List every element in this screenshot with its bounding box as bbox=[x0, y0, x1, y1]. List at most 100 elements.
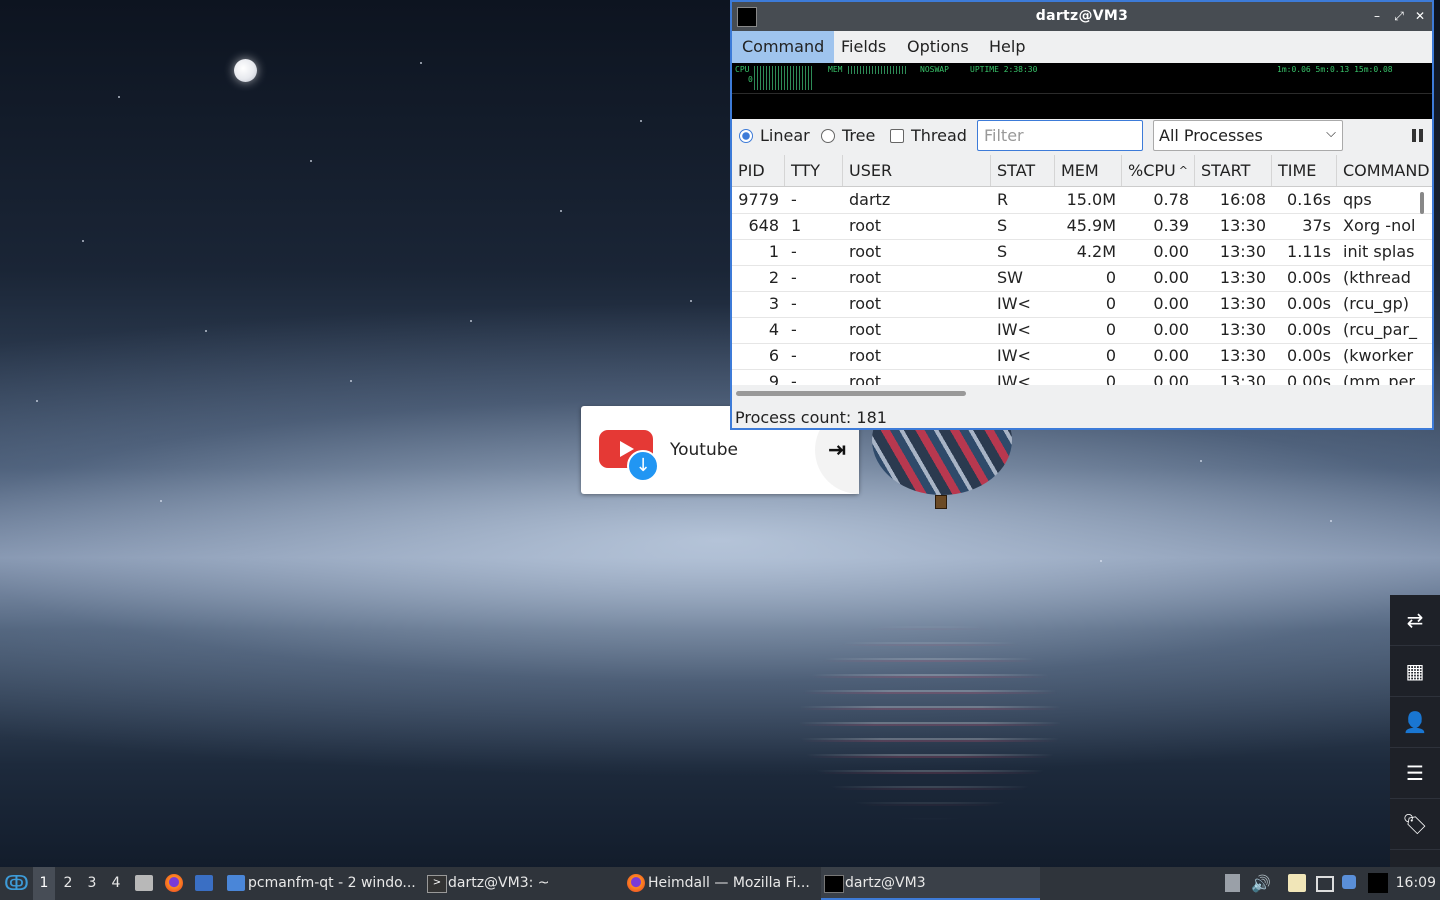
cell-start: 13:30 bbox=[1219, 372, 1266, 385]
thread-label[interactable]: Thread bbox=[911, 126, 967, 145]
window-title: dartz@VM3 bbox=[1035, 8, 1129, 24]
star bbox=[205, 330, 207, 332]
clock[interactable]: 16:09 bbox=[1396, 867, 1436, 900]
start-menu-icon[interactable]: ↂ bbox=[4, 867, 28, 900]
task-terminal[interactable]: > dartz@VM3: ~ bbox=[424, 867, 638, 900]
firefox-launcher-icon[interactable] bbox=[165, 874, 183, 892]
notes-icon[interactable] bbox=[1288, 874, 1306, 892]
tree-label[interactable]: Tree bbox=[842, 126, 875, 145]
list-icon[interactable]: ☰ bbox=[1390, 748, 1440, 799]
volume-icon[interactable]: 🔊 bbox=[1251, 867, 1271, 900]
moon bbox=[234, 59, 257, 82]
menubar: Command Fields Options Help bbox=[732, 31, 1432, 63]
column-cpu[interactable]: %CPU ^ bbox=[1122, 155, 1195, 186]
process-count: Process count: 181 bbox=[735, 408, 887, 427]
tree-radio[interactable] bbox=[821, 129, 835, 143]
close-button[interactable]: ✕ bbox=[1411, 7, 1429, 25]
titlebar[interactable]: dartz@VM3 – ⤢ ✕ bbox=[732, 2, 1432, 31]
cell-cpu: 0.00 bbox=[1153, 346, 1189, 365]
cell-stat: R bbox=[997, 190, 1009, 209]
workspace-2[interactable]: 2 bbox=[57, 867, 79, 900]
cell-tty: - bbox=[791, 242, 797, 261]
column-pid[interactable]: PID bbox=[732, 155, 785, 186]
desktop-launcher-icon[interactable] bbox=[195, 875, 213, 891]
cell-mem: 0 bbox=[1105, 320, 1116, 339]
column-user[interactable]: USER bbox=[843, 155, 991, 186]
thread-checkbox[interactable] bbox=[890, 129, 904, 143]
table-row[interactable]: 3- root IW< 0 0.00 13:30 0.00s (rcu_gp) bbox=[732, 291, 1432, 318]
cell-pid: 3 bbox=[768, 294, 779, 313]
cell-stat: IW< bbox=[997, 346, 1031, 365]
column-tty[interactable]: TTY bbox=[785, 155, 843, 186]
cell-command: (mm_per bbox=[1343, 372, 1415, 385]
column-time[interactable]: TIME bbox=[1272, 155, 1337, 186]
cell-time: 0.00s bbox=[1287, 346, 1331, 365]
cell-command: init splas bbox=[1343, 242, 1415, 261]
terminal-tray-icon[interactable] bbox=[1368, 873, 1388, 893]
table-row[interactable]: 1- root S 4.2M 0.00 13:30 1.11s init splas bbox=[732, 239, 1432, 266]
cell-mem: 15.0M bbox=[1066, 190, 1116, 209]
table-row[interactable]: 648 1 root S 45.9M 0.39 13:30 37s Xorg -nol bbox=[732, 213, 1432, 240]
table-row[interactable]: 2- root SW 0 0.00 13:30 0.00s (kthread bbox=[732, 265, 1432, 292]
table-row[interactable]: 4- root IW< 0 0.00 13:30 0.00s (rcu_par_ bbox=[732, 317, 1432, 344]
clipboard-icon[interactable] bbox=[1225, 874, 1240, 892]
vertical-scrollbar[interactable] bbox=[1420, 192, 1424, 214]
linear-label[interactable]: Linear bbox=[760, 126, 810, 145]
table-row[interactable]: 9779- dartz R 15.0M 0.78 16:08 0.16s qps bbox=[732, 187, 1432, 214]
taskbar: ↂ 1 2 3 4 pcmanfm-qt - 2 windo... > dart… bbox=[0, 867, 1440, 900]
user-icon[interactable]: 👤 bbox=[1390, 697, 1440, 748]
folder-icon bbox=[227, 875, 245, 891]
cell-stat: IW< bbox=[997, 294, 1031, 313]
workspace-1[interactable]: 1 bbox=[33, 867, 55, 900]
tag-icon[interactable]: 🏷 bbox=[1390, 799, 1440, 850]
column-start[interactable]: START bbox=[1195, 155, 1272, 186]
pause-icon[interactable] bbox=[1412, 129, 1424, 143]
swap-icon[interactable]: ⇄ bbox=[1390, 595, 1440, 646]
linear-radio[interactable] bbox=[739, 129, 753, 143]
cell-mem: 0 bbox=[1105, 372, 1116, 385]
grid-icon[interactable]: ▦ bbox=[1390, 646, 1440, 697]
task-pcmanfm[interactable]: pcmanfm-qt - 2 windo... bbox=[224, 867, 438, 900]
task-qps[interactable]: dartz@VM3 bbox=[821, 867, 1040, 900]
process-scope-select[interactable]: All Processes ⌵ bbox=[1153, 120, 1343, 151]
table-row[interactable]: 6- root IW< 0 0.00 13:30 0.00s (kworker bbox=[732, 343, 1432, 370]
cell-time: 0.16s bbox=[1287, 190, 1331, 209]
workspace-4[interactable]: 4 bbox=[105, 867, 127, 900]
process-viewer-window: dartz@VM3 – ⤢ ✕ Command Fields Options H… bbox=[730, 0, 1434, 430]
column-command[interactable]: COMMAND bbox=[1337, 155, 1432, 186]
network-icon[interactable] bbox=[1316, 876, 1334, 892]
cell-tty: - bbox=[791, 268, 797, 287]
menu-options[interactable]: Options bbox=[897, 31, 979, 63]
minimize-button[interactable]: – bbox=[1368, 7, 1386, 25]
noswap-label: NOSWAP bbox=[920, 65, 949, 74]
horizontal-scrollbar[interactable] bbox=[736, 391, 966, 396]
table-row[interactable]: 9- root IW< 0 0.00 13:30 0.00s (mm_per bbox=[732, 369, 1432, 385]
cpu-label: CPU bbox=[735, 65, 750, 74]
load-average: 1m:0.06 5m:0.13 15m:0.08 bbox=[1277, 65, 1393, 74]
cell-tty: - bbox=[791, 190, 797, 209]
workspace-3[interactable]: 3 bbox=[81, 867, 103, 900]
youtube-label: Youtube bbox=[670, 440, 738, 460]
cell-start: 13:30 bbox=[1219, 216, 1266, 235]
column-cpu-label: %CPU bbox=[1128, 161, 1176, 180]
cell-command: (kworker bbox=[1343, 346, 1414, 365]
column-mem[interactable]: MEM bbox=[1055, 155, 1122, 186]
cell-time: 1.11s bbox=[1287, 242, 1331, 261]
task-firefox[interactable]: Heimdall — Mozilla Fi... bbox=[624, 867, 838, 900]
star bbox=[118, 96, 120, 98]
menu-help[interactable]: Help bbox=[979, 31, 1035, 63]
update-notifier-icon[interactable] bbox=[1342, 875, 1356, 889]
star bbox=[1100, 560, 1102, 562]
menu-fields[interactable]: Fields bbox=[831, 31, 896, 63]
maximize-button[interactable]: ⤢ bbox=[1390, 7, 1408, 25]
cell-mem: 45.9M bbox=[1066, 216, 1116, 235]
filter-input[interactable]: Filter bbox=[977, 120, 1143, 151]
cell-pid: 2 bbox=[768, 268, 779, 287]
menu-command[interactable]: Command bbox=[732, 31, 835, 63]
column-stat[interactable]: STAT bbox=[991, 155, 1055, 186]
star bbox=[310, 160, 312, 162]
files-launcher-icon[interactable] bbox=[135, 875, 153, 891]
table-header: PID TTY USER STAT MEM %CPU ^ START TIME … bbox=[732, 155, 1432, 187]
cell-cpu: 0.00 bbox=[1153, 242, 1189, 261]
cpu-value: 0 bbox=[748, 75, 753, 84]
